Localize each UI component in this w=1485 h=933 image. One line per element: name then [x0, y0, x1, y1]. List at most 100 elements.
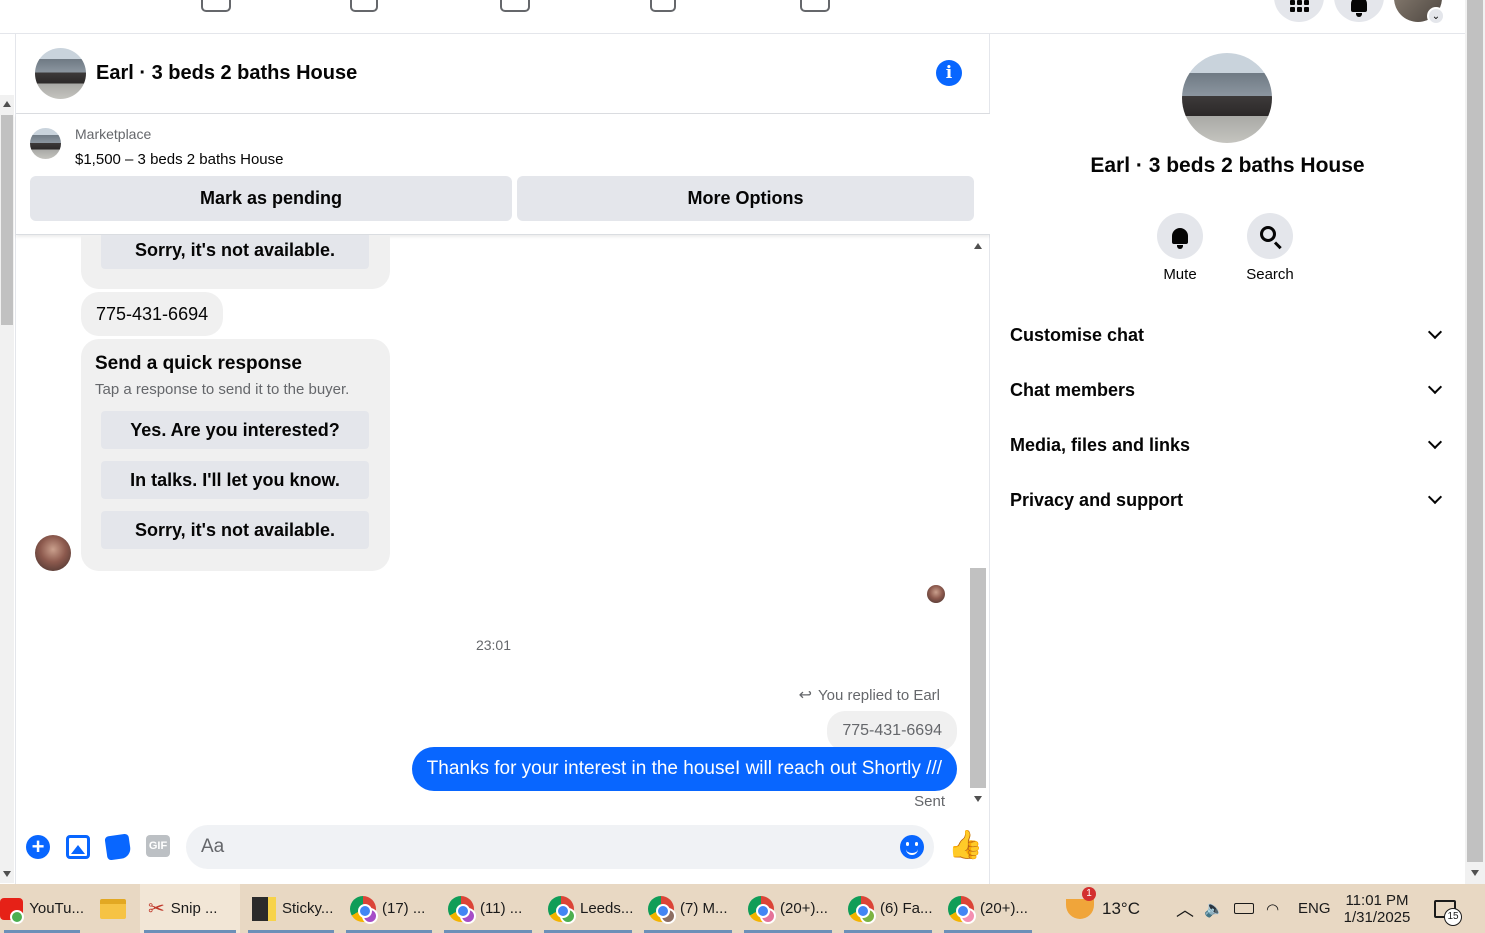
quick-reply-option[interactable]: In talks. I'll let you know. — [101, 461, 369, 499]
friends-nav-icon[interactable] — [350, 0, 378, 12]
privacy-support-section[interactable]: Privacy and support — [1010, 480, 1446, 520]
info-icon[interactable]: i — [936, 60, 962, 86]
sent-status: Sent — [914, 793, 945, 810]
sticker-icon[interactable] — [104, 833, 132, 861]
folder-icon — [100, 898, 126, 919]
listing-source: Marketplace — [75, 126, 152, 142]
mark-as-pending-button[interactable]: Mark as pending — [30, 176, 512, 221]
more-options-button[interactable]: More Options — [517, 176, 974, 221]
taskbar-chrome-window[interactable]: (20+)... — [740, 884, 836, 933]
chrome-icon — [648, 895, 676, 924]
scroll-down-icon[interactable] — [3, 871, 11, 877]
scroll-down-icon[interactable] — [974, 796, 982, 802]
marketplace-nav-icon[interactable] — [650, 0, 676, 12]
quick-reply-option[interactable]: Sorry, it's not available. — [101, 511, 369, 549]
buyer-avatar[interactable] — [35, 535, 71, 571]
taskbar-chrome-window[interactable]: (11) ... — [440, 884, 536, 933]
quick-reply-option[interactable]: Yes. Are you interested? — [101, 411, 369, 449]
taskbar-label: (17) ... — [382, 900, 426, 917]
video-nav-icon[interactable] — [500, 0, 530, 12]
replied-label: You replied to Earl — [817, 686, 940, 704]
quick-response-title: Send a quick response — [95, 353, 302, 374]
left-scrollbar[interactable] — [0, 95, 14, 883]
mute-label: Mute — [1163, 266, 1197, 283]
plus-icon[interactable]: + — [26, 835, 50, 859]
chevron-down-icon — [1427, 379, 1443, 395]
search-circle — [1247, 213, 1293, 259]
mute-button[interactable]: Mute — [1140, 213, 1220, 283]
customise-chat-section[interactable]: Customise chat — [1010, 315, 1446, 355]
section-label: Media, files and links — [1010, 434, 1191, 455]
conversation-avatar[interactable] — [35, 48, 86, 99]
scroll-up-icon[interactable] — [974, 243, 982, 249]
previous-quick-response-card: Sorry, it's not available. — [81, 235, 390, 289]
taskbar-chrome-window[interactable]: (20+)... — [940, 884, 1036, 933]
taskbar-chrome-window[interactable]: (7) M... — [640, 884, 736, 933]
chrome-icon — [350, 895, 378, 924]
scrollbar-thumb[interactable] — [1467, 0, 1483, 862]
marketplace-listing-bar: Marketplace $1,500 – 3 beds 2 baths Hous… — [16, 114, 990, 235]
gaming-nav-icon[interactable] — [800, 0, 830, 12]
volume-icon[interactable]: 🔈 — [1204, 884, 1224, 933]
wifi-icon[interactable]: ◠ — [1266, 884, 1279, 933]
weather-badge: 1 — [1082, 886, 1096, 901]
sent-message[interactable]: Thanks for your interest in the houseI w… — [411, 747, 957, 791]
chat-header: Earl · 3 beds 2 baths House i — [16, 34, 990, 114]
taskbar-label: Leeds... — [580, 900, 634, 917]
show-hidden-icons[interactable]: ︿ — [1176, 884, 1194, 933]
menu-button[interactable] — [1274, 0, 1324, 22]
taskbar-chrome-window[interactable]: (17) ... — [342, 884, 436, 933]
chrome-icon — [448, 895, 476, 924]
taskbar-label: (11) ... — [480, 900, 523, 917]
listing-title[interactable]: $1,500 – 3 beds 2 baths House — [75, 151, 284, 168]
taskbar-snip[interactable]: ✂ Snip ... — [140, 884, 240, 933]
notification-count: 15 — [1444, 907, 1462, 926]
taskbar-chrome-window[interactable]: Leeds... — [540, 884, 636, 933]
thumbs-up-icon[interactable]: 👍 — [948, 831, 983, 859]
info-avatar[interactable] — [1182, 53, 1272, 143]
message-scrollbar[interactable] — [969, 238, 987, 810]
listing-thumbnail[interactable] — [30, 128, 61, 159]
taskbar-label: (7) M... — [680, 900, 728, 917]
clock-date: 1/31/2025 — [1343, 908, 1411, 926]
scroll-down-icon[interactable] — [1471, 870, 1479, 876]
taskbar-file-explorer[interactable] — [92, 884, 136, 933]
window-scrollbar[interactable] — [1465, 0, 1485, 884]
gif-icon[interactable]: GIF — [146, 835, 170, 857]
battery-icon[interactable] — [1234, 884, 1254, 933]
sticky-note-icon — [252, 896, 276, 921]
search-button[interactable]: Search — [1230, 213, 1310, 283]
notifications-button[interactable] — [1334, 0, 1384, 22]
taskbar-sticky-notes[interactable]: Sticky... — [244, 884, 338, 933]
scrollbar-thumb[interactable] — [1, 115, 13, 325]
chevron-down-icon[interactable]: ⌄ — [1427, 7, 1445, 25]
conversation-title[interactable]: Earl · 3 beds 2 baths House — [96, 62, 357, 85]
chrome-icon — [948, 895, 976, 924]
message-timestamp: 23:01 — [475, 637, 512, 653]
weather-widget[interactable]: 1 13°C — [1066, 884, 1140, 933]
media-files-links-section[interactable]: Media, files and links — [1010, 425, 1446, 465]
emoji-icon[interactable] — [900, 835, 924, 859]
taskbar-chrome-window[interactable]: (6) Fa... — [840, 884, 936, 933]
chat-members-section[interactable]: Chat members — [1010, 370, 1446, 410]
taskbar-label: (6) Fa... — [880, 900, 933, 917]
speaker-glyph: 🔈 — [1204, 900, 1224, 918]
quick-reply-option[interactable]: Sorry, it's not available. — [101, 235, 369, 269]
quick-response-card: Send a quick response Tap a response to … — [81, 339, 390, 571]
reply-context: ↩ You replied to Earl — [799, 685, 940, 705]
language-indicator[interactable]: ENG — [1298, 884, 1331, 933]
chrome-icon — [848, 895, 876, 924]
notification-center[interactable]: 15 — [1434, 884, 1462, 933]
received-message: 775-431-6694 — [81, 292, 224, 336]
scroll-up-icon[interactable] — [3, 101, 11, 107]
home-nav-icon[interactable] — [201, 0, 231, 12]
chat-bubble-icon: 15 — [1434, 899, 1462, 926]
replied-quote-bubble[interactable]: 775-431-6694 — [827, 711, 957, 751]
search-icon — [1260, 226, 1276, 242]
message-input[interactable] — [186, 825, 934, 869]
taskbar-youtube[interactable]: YouTu... — [0, 884, 84, 933]
scrollbar-thumb[interactable] — [970, 568, 986, 788]
taskbar-label: (20+)... — [780, 900, 828, 917]
photo-icon[interactable] — [66, 835, 90, 859]
clock[interactable]: 11:01 PM 1/31/2025 — [1338, 884, 1416, 933]
